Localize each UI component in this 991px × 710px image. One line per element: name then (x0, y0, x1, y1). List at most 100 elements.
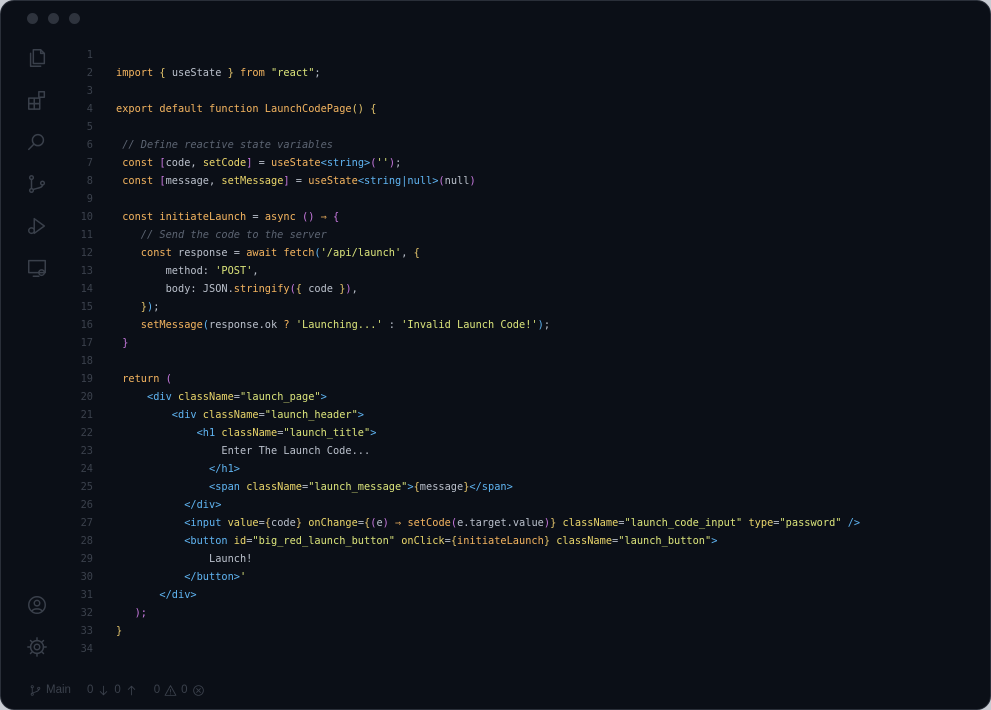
code-token: method: (116, 265, 216, 277)
problems-status[interactable]: 0 0 (154, 684, 205, 697)
code-token: className (202, 409, 259, 421)
code-content: <h1 className="launch_title"> (116, 424, 377, 442)
code-token: } (116, 625, 123, 637)
account-icon[interactable] (25, 593, 49, 617)
code-token: '/api/launch' (320, 247, 402, 259)
error-icon (192, 684, 204, 696)
code-token: "launch_button" (618, 535, 712, 547)
line-number: 28 (80, 535, 93, 547)
branch-indicator[interactable]: Main (29, 684, 71, 697)
code-token: > (370, 427, 377, 439)
code-token: { (413, 247, 420, 259)
code-content: } (116, 622, 122, 640)
code-token: import (116, 67, 160, 79)
code-token: <button (116, 535, 234, 547)
line-number: 31 (80, 589, 93, 601)
code-token: = (252, 157, 272, 169)
line-number: 5 (86, 121, 93, 133)
settings-gear-icon[interactable] (25, 635, 49, 659)
code-token: export default function (116, 103, 265, 115)
code-token: ' (240, 571, 247, 583)
code-token: const (116, 211, 160, 223)
code-content: <span className="launch_message">{messag… (116, 478, 513, 496)
code-token: onClick (401, 535, 445, 547)
line-number: 16 (80, 319, 93, 331)
code-content: ); (116, 604, 147, 622)
code-token: type (748, 517, 774, 529)
code-content: } (116, 334, 128, 352)
code-token: { (159, 67, 172, 79)
extensions-icon[interactable] (25, 88, 49, 112)
code-token: setCode (202, 157, 247, 169)
line-number: 25 (80, 481, 93, 493)
code-token: id (233, 535, 247, 547)
branch-name: Main (46, 684, 71, 696)
minimize-window-button[interactable] (48, 13, 59, 24)
outgoing-count: 0 (114, 684, 121, 696)
code-token: ⇒ (395, 517, 408, 529)
code-content: method: 'POST', (116, 262, 259, 280)
sync-status[interactable]: 0 0 (87, 684, 138, 697)
git-branch-icon (30, 684, 41, 696)
code-content: <div className="launch_page"> (116, 388, 327, 406)
search-icon[interactable] (25, 130, 49, 154)
line-number: 23 (80, 445, 93, 457)
code-content: </h1> (116, 460, 240, 478)
code-content: // Define reactive state variables (116, 136, 333, 154)
code-token: message (419, 481, 464, 493)
code-content: Launch! (116, 550, 252, 568)
code-token: ⇒ (320, 211, 334, 223)
code-token: ( (165, 373, 172, 385)
code-token: "launch_message" (308, 481, 408, 493)
line-number: 1 (86, 49, 93, 61)
code-token: "launch_code_input" (624, 517, 749, 529)
code-token: from (240, 67, 272, 79)
code-token: "launch_title" (283, 427, 371, 439)
line-number: 34 (80, 643, 93, 655)
code-token: 'Invalid Launch Code!' (401, 319, 538, 331)
code-token: value (227, 517, 259, 529)
code-content: import { useState } from "react"; (116, 64, 321, 82)
arrow-down-icon (100, 685, 108, 695)
maximize-window-button[interactable] (69, 13, 80, 24)
run-debug-icon[interactable] (25, 214, 49, 238)
code-content: const [message, setMessage] = useState<s… (116, 172, 475, 190)
arrow-up-icon (127, 685, 135, 695)
code-content: }); (116, 298, 160, 316)
code-token: <string> (320, 157, 371, 169)
error-count: 0 (181, 684, 188, 696)
code-content: <button id="big_red_launch_button" onCli… (116, 532, 717, 550)
code-token: className (246, 481, 302, 493)
close-window-button[interactable] (27, 13, 38, 24)
code-token: useState (308, 175, 358, 187)
code-token: "launch_page" (240, 391, 321, 403)
code-token: <h1 (116, 427, 222, 439)
code-token: > (320, 391, 327, 403)
code-content: // Send the code to the server (116, 226, 327, 244)
code-token: , (401, 247, 414, 259)
code-token: } (227, 67, 241, 79)
code-token: { (333, 211, 340, 223)
code-token: initiateLaunch (457, 535, 544, 547)
code-token: const (116, 157, 160, 169)
code-token: ) (382, 517, 396, 529)
explorer-icon[interactable] (25, 46, 49, 70)
warning-count: 0 (153, 684, 161, 696)
line-number: 17 (80, 337, 93, 349)
code-content: <input value={code} onChange={(e) ⇒ setC… (116, 514, 860, 532)
code-token: const (116, 175, 160, 187)
code-token: } (295, 517, 309, 529)
code-token: , (351, 283, 358, 295)
code-token: () { (351, 103, 377, 115)
code-token: ; (543, 319, 551, 331)
source-control-icon[interactable] (25, 172, 49, 196)
line-number: 7 (86, 157, 93, 169)
line-number: 3 (86, 85, 93, 97)
status-bar: Main 0 0 0 0 (29, 681, 215, 699)
code-token: <input (116, 517, 228, 529)
code-token: ); (116, 607, 147, 619)
code-token: '' (376, 157, 389, 169)
remote-explorer-icon[interactable] (25, 256, 49, 280)
code-token: className (178, 391, 234, 403)
code-token: response = (178, 247, 247, 259)
